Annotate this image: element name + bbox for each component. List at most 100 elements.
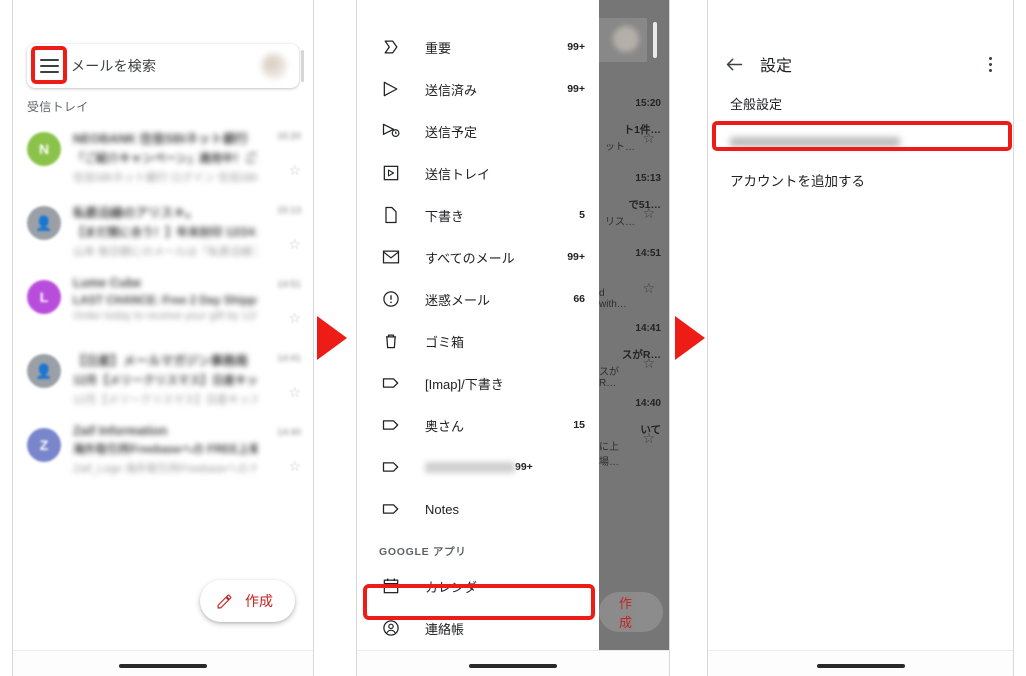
settings-row-account[interactable] [708, 122, 1013, 162]
drawer-item-count: 99+ [567, 41, 585, 53]
mail-snippet: 12月【メリークリスマス】日産キッズえがR… [73, 394, 257, 406]
drawer-item-label [425, 461, 515, 473]
drawer-item-sent[interactable]: 送信済み 99+ [357, 68, 599, 110]
compose-button[interactable]: 作成 [200, 580, 295, 622]
outbox-icon [379, 161, 403, 185]
all-mail-icon [379, 245, 403, 269]
star-icon[interactable]: ☆ [288, 458, 301, 475]
drawer-item-drafts[interactable]: 下書き 5 [357, 194, 599, 236]
mail-sender: Zaif Information [73, 424, 168, 438]
mail-timestamp: 14:51 [635, 248, 661, 259]
avatar[interactable]: N [27, 132, 61, 166]
home-gesture-pill[interactable] [816, 664, 905, 668]
home-gesture-pill[interactable] [119, 664, 207, 668]
avatar[interactable]: 👤 [27, 206, 61, 240]
drawer-item-label-hidden[interactable]: 99+ [357, 446, 599, 488]
panel-drawer: 15:20 ト1件… ット… ☆ 15:13 で51… リス… ☆ 14:51 … [356, 0, 670, 676]
compose-button[interactable]: 作成 [599, 592, 663, 632]
star-icon[interactable]: ☆ [642, 355, 655, 372]
drawer-scrim[interactable]: 15:20 ト1件… ット… ☆ 15:13 で51… リス… ☆ 14:51 … [599, 0, 669, 676]
mail-sender: NEOBANK 住信SBIネット銀行 [73, 132, 249, 146]
drawer-item-scheduled[interactable]: 送信予定 [357, 110, 599, 152]
drawer-item-trash[interactable]: ゴミ箱 [357, 320, 599, 362]
table-row[interactable]: L Lume Cube LAST CHANCE: Free 2 Day Ship… [13, 266, 313, 340]
drawer-item-spam[interactable]: 迷惑メール 66 [357, 278, 599, 320]
add-account-label: アカウントを追加する [730, 174, 865, 189]
scrim-scrollbar [653, 22, 657, 58]
mail-timestamp: 15:20 [277, 131, 301, 142]
star-icon[interactable]: ☆ [288, 236, 301, 253]
star-icon[interactable]: ☆ [642, 430, 655, 447]
star-icon[interactable]: ☆ [642, 280, 655, 297]
mail-subject: 【まだ間に合う！】年末封印 12/24まで51… [73, 227, 257, 239]
mail-timestamp: 15:13 [635, 173, 661, 184]
avatar[interactable]: L [27, 280, 61, 314]
mail-sender: 私鉄沿線のアリス＊。 [73, 206, 199, 220]
star-icon[interactable]: ☆ [288, 384, 301, 401]
drawer-item-label: Notes [425, 501, 459, 517]
compose-label: 作成 [619, 596, 633, 630]
drawer-item-label-wife[interactable]: 奥さん 15 [357, 404, 599, 446]
drawer-item-label: ゴミ箱 [425, 334, 465, 350]
scrollbar-thumb[interactable] [301, 50, 304, 82]
drawer-item-all-mail[interactable]: すべてのメール 99+ [357, 236, 599, 278]
star-icon[interactable]: ☆ [642, 130, 655, 147]
home-gesture-pill[interactable] [469, 664, 557, 668]
label-icon [379, 371, 403, 395]
label-icon [379, 455, 403, 479]
star-icon[interactable]: ☆ [642, 205, 655, 222]
sent-icon [379, 77, 403, 101]
important-icon [379, 35, 403, 59]
back-arrow-icon[interactable] [708, 54, 760, 75]
star-icon[interactable]: ☆ [288, 310, 301, 327]
pencil-icon [217, 594, 232, 608]
step-arrow-2-icon [675, 316, 705, 360]
search-input[interactable]: メールを検索 [71, 56, 156, 76]
table-row[interactable]: 👤 私鉄沿線のアリス＊。 【まだ間に合う！】年末封印 12/24まで51… 山本… [13, 192, 313, 266]
mail-timestamp: 15:20 [635, 98, 661, 109]
label-icon [379, 413, 403, 437]
spam-icon [379, 287, 403, 311]
drawer-item-label: カレンダー [425, 579, 491, 595]
search-bar[interactable]: メールを検索 [27, 44, 304, 88]
kebab-menu-icon[interactable] [981, 55, 999, 73]
drawer-item-count: 99+ [567, 251, 585, 263]
mail-timestamp: 15:13 [277, 205, 301, 216]
mail-snippet: 山本 毎日朝にのメールは「私鉄沿線アリス… [73, 246, 257, 258]
table-row[interactable]: Z Zaif Information 海外取引所Freebaseへの FREE上… [13, 414, 313, 488]
panel-inbox: メールを検索 受信トレイ N NEOBANK 住信SBIネット銀行 「ご紹介キャ… [12, 0, 314, 676]
step-arrow-1-icon [317, 316, 347, 360]
star-icon[interactable]: ☆ [288, 162, 301, 179]
drawer-item-contacts[interactable]: 連絡帳 [357, 607, 599, 649]
settings-row-add-account[interactable]: アカウントを追加する [708, 160, 1013, 200]
hamburger-menu-icon[interactable] [39, 59, 59, 73]
drawer-item-label: 重要 [425, 40, 452, 56]
drawer-item-outbox[interactable]: 送信トレイ [357, 152, 599, 194]
drawer-item-label: 奥さん [425, 418, 465, 434]
hamburger-menu-button[interactable] [27, 59, 71, 73]
drawer-item-imap-drafts[interactable]: [Imap]/下書き [357, 362, 599, 404]
settings-app-bar: 設定 [708, 44, 1013, 84]
table-row[interactable]: N NEOBANK 住信SBIネット銀行 「ご紹介キャンペーン」適用中！ご紹介1… [13, 118, 313, 192]
drawer-item-count: 99+ [567, 83, 585, 95]
panel-settings: 設定 全般設定 アカウントを追加する [707, 0, 1014, 676]
mail-snippet: Order today to receive your gift by 12/2… [73, 310, 257, 322]
avatar[interactable]: Z [27, 428, 61, 462]
mail-timestamp: 14:40 [277, 427, 301, 438]
draft-icon [379, 203, 403, 227]
label-icon [379, 497, 403, 521]
tutorial-screenshot-stage: メールを検索 受信トレイ N NEOBANK 住信SBIネット銀行 「ご紹介キャ… [0, 0, 1026, 676]
drawer-item-label: 送信トレイ [425, 166, 491, 182]
calendar-icon [379, 574, 403, 598]
avatar[interactable]: 👤 [27, 354, 61, 388]
settings-section-label: 全般設定 [730, 97, 783, 112]
drawer-item-notes[interactable]: Notes [357, 488, 599, 530]
avatar[interactable] [261, 53, 287, 79]
drawer-item-label: 下書き [425, 208, 465, 224]
table-row[interactable]: 👤 【日産】メールマガジン事務局 12月【メリークリスマス】日産キッズえがR… … [13, 340, 313, 414]
account-email [730, 137, 900, 147]
mail-subject: 12月【メリークリスマス】日産キッズえがR… [73, 375, 257, 387]
drawer-item-calendar[interactable]: カレンダー [357, 565, 599, 607]
drawer-item-important[interactable]: 重要 99+ [357, 26, 599, 68]
drawer-item-label: 連絡帳 [425, 621, 465, 637]
